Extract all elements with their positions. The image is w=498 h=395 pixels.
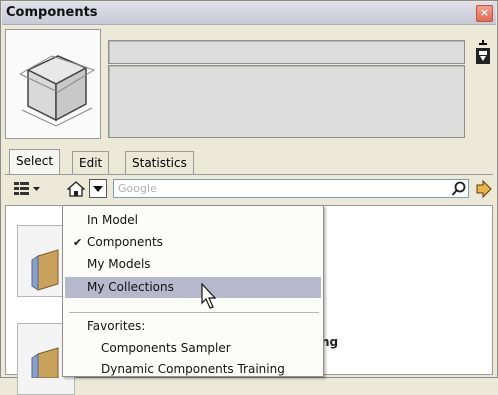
download-icon[interactable]	[473, 39, 493, 67]
component-description-field[interactable]	[108, 65, 465, 138]
component-preview	[5, 29, 101, 139]
view-options-icon[interactable]	[13, 180, 43, 198]
close-icon: ×	[479, 6, 490, 19]
tab-edit-label: Edit	[79, 156, 103, 170]
menu-item-components-sampler[interactable]: Components Sampler	[65, 338, 321, 359]
favorites-heading: Favorites:	[65, 316, 321, 337]
menu-item-label: Dynamic Components Training	[101, 362, 285, 376]
menu-item-components[interactable]: ✔ Components	[65, 232, 321, 253]
window-title: Components	[6, 5, 98, 20]
tab-edit[interactable]: Edit	[72, 151, 110, 174]
title-bar: Components ×	[2, 2, 496, 25]
menu-item-my-models[interactable]: My Models	[65, 254, 321, 275]
component-name-field[interactable]	[108, 40, 465, 64]
chevron-down-icon[interactable]	[89, 179, 107, 198]
tab-statistics[interactable]: Statistics	[125, 151, 194, 174]
menu-heading-label: Favorites:	[87, 319, 146, 333]
component-cube-icon	[19, 55, 96, 127]
search-icon[interactable]	[451, 181, 467, 197]
search-input[interactable]: Google	[113, 179, 469, 198]
collections-dropdown-menu: In Model ✔ Components My Models My Colle…	[62, 205, 324, 377]
tab-statistics-label: Statistics	[132, 156, 187, 170]
home-icon[interactable]	[67, 181, 85, 197]
menu-separator	[69, 312, 319, 313]
checkmark-icon: ✔	[73, 236, 83, 249]
menu-item-label: My Models	[87, 257, 151, 271]
tab-select-label: Select	[16, 154, 54, 168]
arrow-right-icon[interactable]	[474, 180, 492, 198]
close-button[interactable]: ×	[476, 5, 493, 22]
components-window: Components × Select Edit Statistics Goog…	[0, 0, 498, 395]
menu-item-dynamic-components-training[interactable]: Dynamic Components Training	[65, 359, 321, 380]
tab-select[interactable]: Select	[9, 149, 61, 174]
menu-item-label: Components Sampler	[101, 341, 231, 355]
menu-item-in-model[interactable]: In Model	[65, 210, 321, 231]
menu-item-label: My Collections	[87, 280, 174, 294]
search-placeholder: Google	[118, 182, 157, 195]
mouse-pointer-icon	[201, 283, 217, 309]
menu-item-my-collections[interactable]: My Collections	[65, 277, 321, 298]
tab-divider	[5, 174, 493, 175]
menu-item-label: In Model	[87, 213, 138, 227]
menu-item-label: Components	[87, 235, 163, 249]
